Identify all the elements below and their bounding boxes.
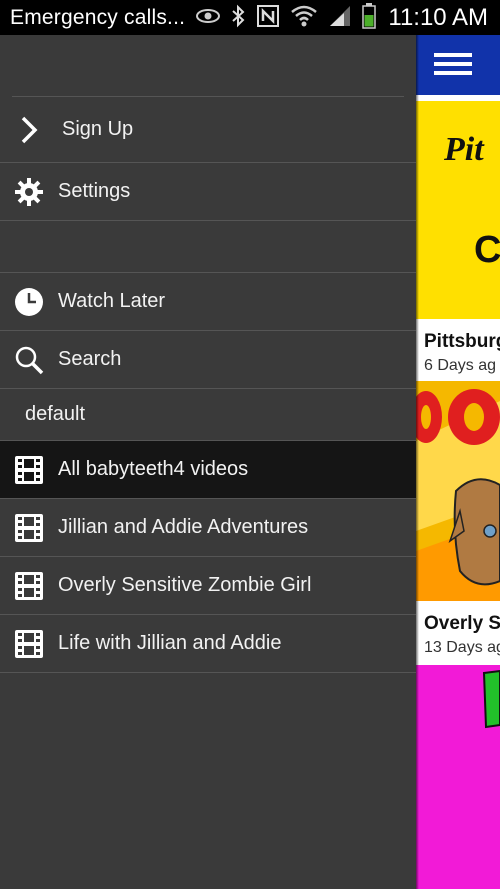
main-content: Pit C Pittsburg 6 Days ag Overly S 13 Da… xyxy=(416,35,500,889)
settings-item[interactable]: Settings xyxy=(0,163,416,221)
video-age: 13 Days ag xyxy=(424,639,500,656)
thumbnail-text: C xyxy=(474,229,500,271)
video-card[interactable]: Pittsburg 6 Days ag xyxy=(416,319,500,381)
wifi-icon xyxy=(290,4,318,33)
sign-up-label: Sign Up xyxy=(62,118,134,140)
playlist-label: Jillian and Addie Adventures xyxy=(58,516,309,538)
video-age: 6 Days ag xyxy=(424,357,497,374)
cartoon-art xyxy=(416,381,500,601)
playlist-item-all-videos[interactable]: All babyteeth4 videos xyxy=(0,441,416,499)
section-header: default xyxy=(0,389,416,441)
eye-icon xyxy=(196,8,220,29)
film-icon xyxy=(0,615,58,673)
status-bar: Emergency calls... 11:10 AM xyxy=(0,0,500,35)
film-icon xyxy=(0,499,58,557)
chevron-right-icon xyxy=(0,101,58,159)
bluetooth-icon xyxy=(230,4,246,33)
carrier-text: Emergency calls... xyxy=(10,6,186,29)
video-card[interactable]: Overly S 13 Days ag xyxy=(416,601,500,665)
video-title: Pittsburg xyxy=(424,331,500,352)
settings-label: Settings xyxy=(58,180,131,202)
battery-icon xyxy=(362,2,376,34)
clock: 11:10 AM xyxy=(388,4,488,31)
video-thumbnail[interactable] xyxy=(416,665,500,889)
search-label: Search xyxy=(58,348,122,370)
drawer-top-divider xyxy=(12,35,404,97)
video-thumbnail[interactable]: Pit C xyxy=(416,101,500,319)
search-icon xyxy=(0,331,58,389)
playlist-item-zombie-girl[interactable]: Overly Sensitive Zombie Girl xyxy=(0,557,416,615)
signal-icon xyxy=(328,4,352,33)
app-bar xyxy=(416,35,500,95)
thumbnail-text: Pit xyxy=(444,131,484,168)
drawer-spacer xyxy=(0,221,416,273)
clock-icon xyxy=(0,273,58,331)
section-header-label: default xyxy=(25,403,86,425)
video-thumbnail[interactable] xyxy=(416,381,500,601)
film-icon xyxy=(0,557,58,615)
hamburger-menu-icon[interactable] xyxy=(434,53,472,81)
watch-later-label: Watch Later xyxy=(58,290,166,312)
watch-later-item[interactable]: Watch Later xyxy=(0,273,416,331)
nfc-icon xyxy=(256,4,280,33)
playlist-item-life-with-jillian-addie[interactable]: Life with Jillian and Addie xyxy=(0,615,416,673)
search-item[interactable]: Search xyxy=(0,331,416,389)
film-icon xyxy=(0,441,58,499)
video-title: Overly S xyxy=(424,613,500,634)
playlist-label: Life with Jillian and Addie xyxy=(58,632,282,654)
sign-up-item[interactable]: Sign Up xyxy=(0,97,416,163)
drawer-shadow xyxy=(416,35,419,889)
playlist-label: All babyteeth4 videos xyxy=(58,458,249,480)
navigation-drawer: Sign Up Settings Watch Later Search defa… xyxy=(0,35,416,889)
cartoon-art xyxy=(482,669,500,729)
gear-icon xyxy=(0,163,58,221)
playlist-item-jillian-addie-adventures[interactable]: Jillian and Addie Adventures xyxy=(0,499,416,557)
status-icons xyxy=(196,2,376,33)
playlist-label: Overly Sensitive Zombie Girl xyxy=(58,574,312,596)
